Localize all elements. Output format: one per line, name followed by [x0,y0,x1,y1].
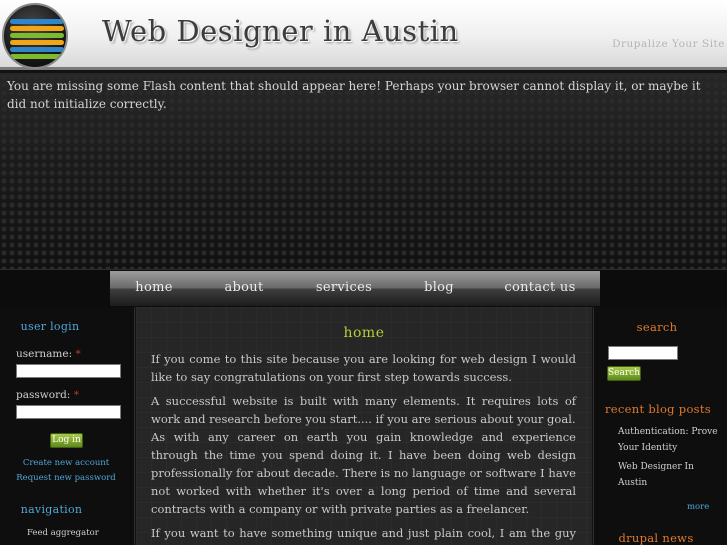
right-sidebar: search Search recent blog posts Authenti… [593,307,727,545]
create-account-link[interactable]: Create new account [0,458,132,468]
body-paragraph: If you want to have something unique and… [151,526,576,545]
username-label-text: username: [16,348,73,360]
site-slogan: Drupalize Your Site [612,38,725,50]
left-sidebar: user login username: * password: * Log i… [0,307,135,545]
site-logo-icon[interactable] [2,3,68,69]
password-required-mark: * [73,389,79,401]
page-title: home [343,325,385,341]
search-input[interactable] [608,346,678,360]
flash-banner: You are missing some Flash content that … [0,73,727,269]
flash-missing-message: You are missing some Flash content that … [7,79,701,111]
recent-blog-more-link[interactable]: more [687,502,709,512]
user-login-title: user login [20,320,80,333]
blog-post-link[interactable]: Web Designer In Austin [618,459,718,491]
login-button[interactable]: Log in [50,433,83,448]
primary-nav: home about services blog contact us [110,271,600,306]
nav-item-home[interactable]: home [110,271,198,306]
recent-blog-posts-title: recent blog posts [604,402,712,416]
drupal-news-title: drupal news [618,531,694,545]
password-label: password: * [16,389,79,401]
username-required-mark: * [75,348,81,360]
site-name[interactable]: Web Designer in Austin [102,14,459,48]
main-content: home If you come to this site because yo… [136,307,592,545]
feed-aggregator-link[interactable]: Feed aggregator [27,528,99,538]
username-label: username: * [16,348,81,360]
request-password-link[interactable]: Request new password [0,473,132,483]
search-title: search [636,320,678,334]
nav-item-services[interactable]: services [290,271,398,306]
search-button[interactable]: Search [607,366,641,381]
nav-item-blog[interactable]: blog [398,271,480,306]
page-body: If you come to this site because you are… [151,350,576,545]
password-field[interactable] [16,405,121,419]
body-paragraph: If you come to this site because you are… [151,352,576,384]
nav-item-contact-us[interactable]: contact us [480,271,600,306]
navigation-title: navigation [20,503,83,516]
nav-item-about[interactable]: about [198,271,290,306]
username-field[interactable] [16,364,121,378]
blog-post-link[interactable]: Authentication: Prove Your Identity [618,424,718,456]
body-paragraph: As with any career on earth you gain kno… [151,430,576,516]
password-label-text: password: [16,389,71,401]
body-paragraph: A successful website is built with many … [151,394,576,426]
site-header: Web Designer in Austin Drupalize Your Si… [0,0,727,70]
